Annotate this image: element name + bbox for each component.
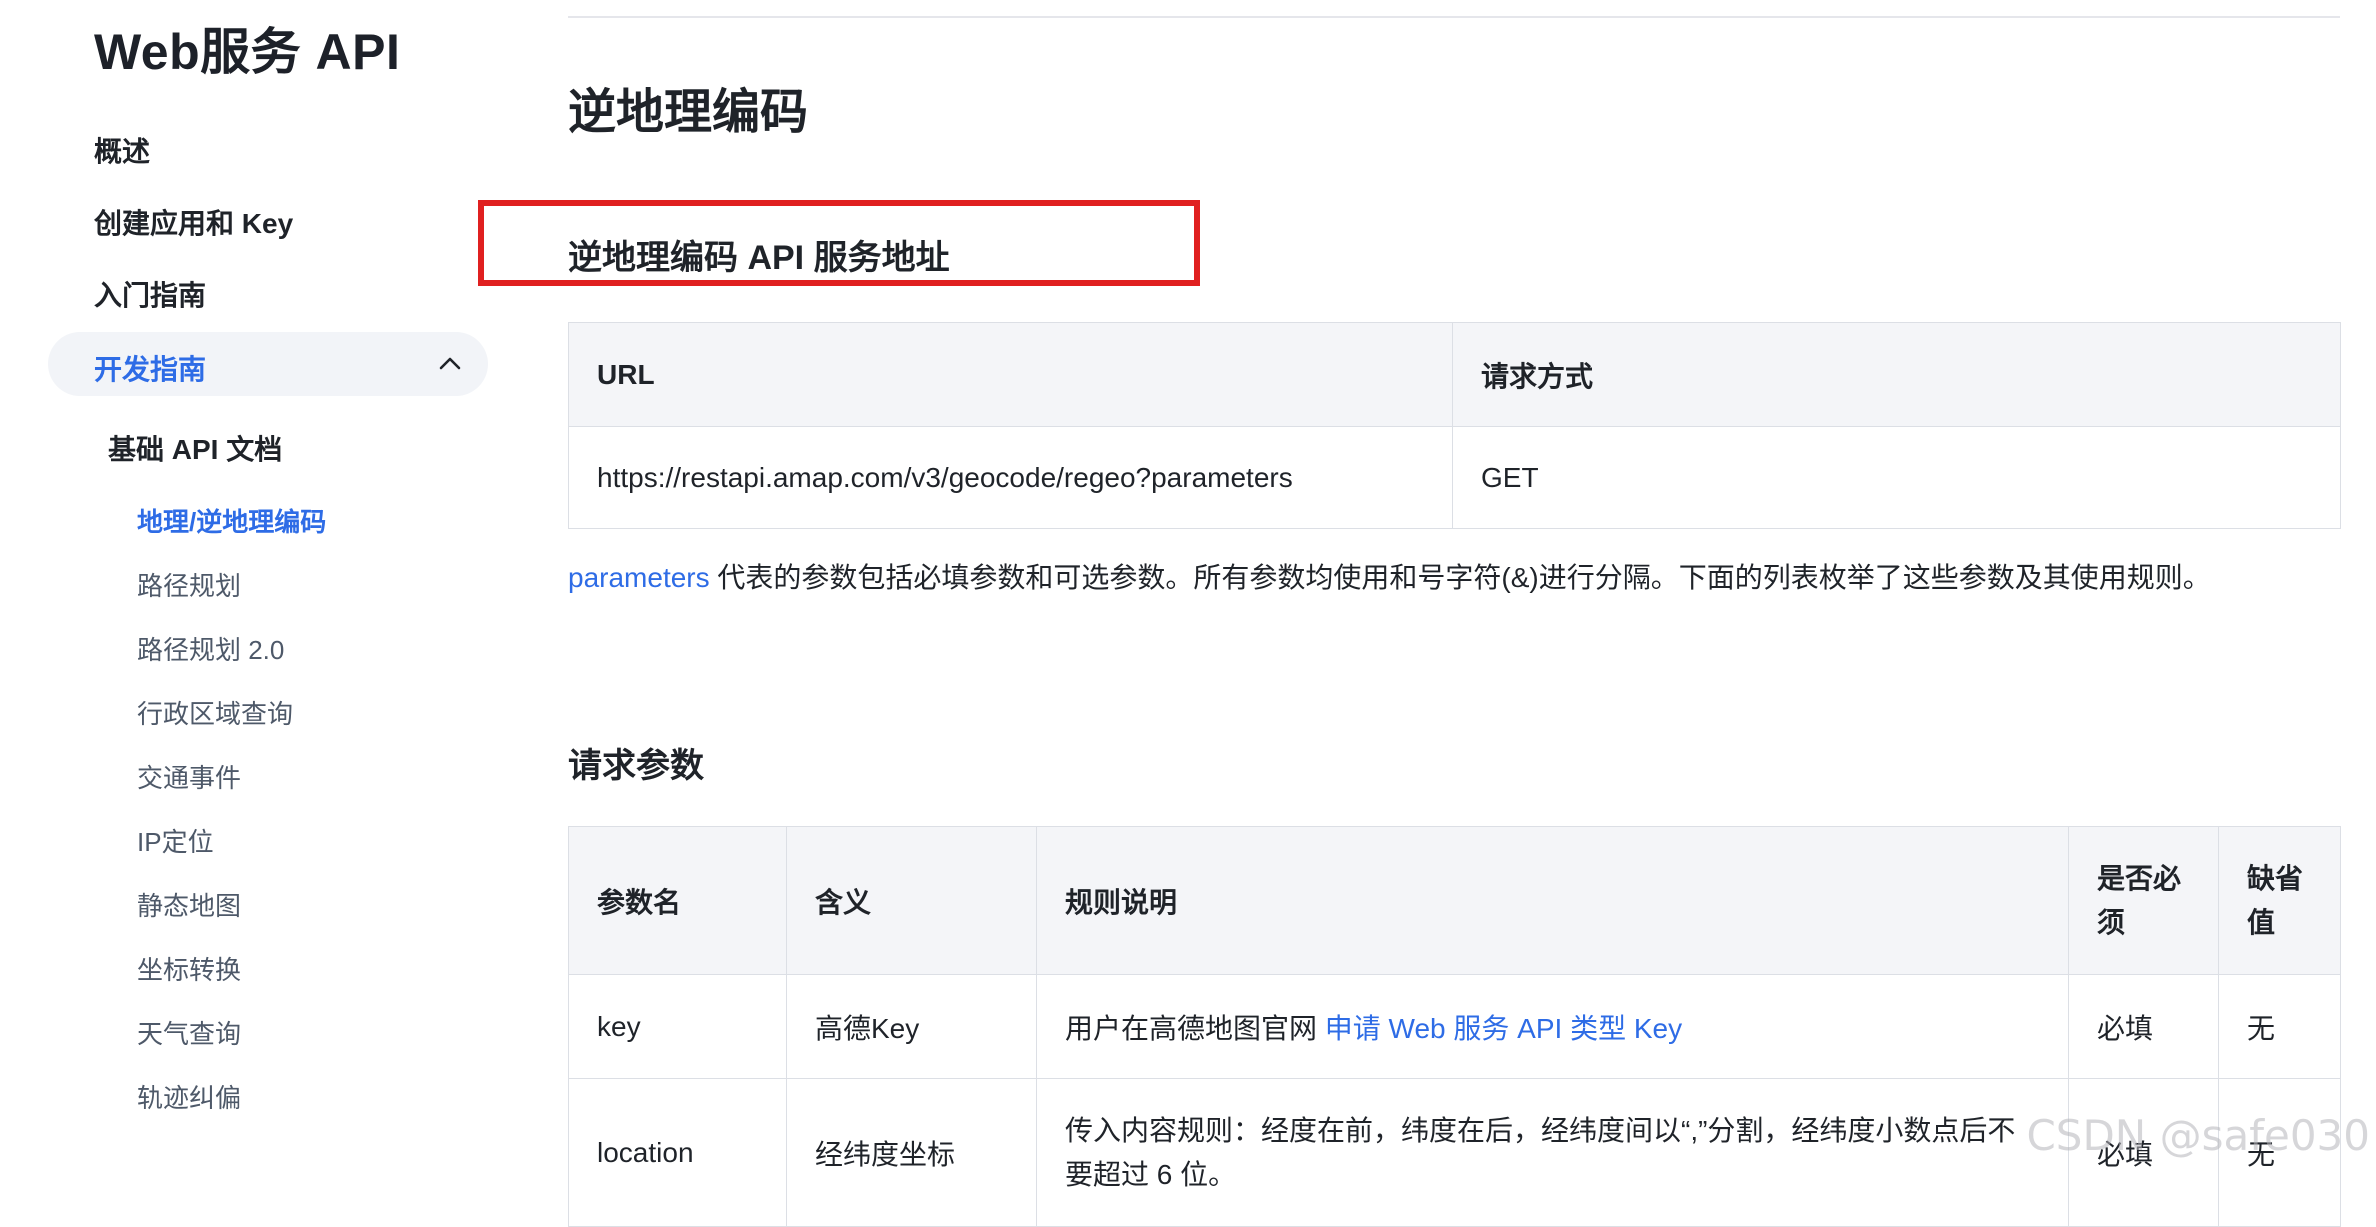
apply-key-link[interactable]: 申请 Web 服务 API 类型 Key (1325, 1013, 1682, 1044)
url-cell[interactable]: https://restapi.amap.com/v3/geocode/rege… (568, 426, 1453, 529)
column-header-param-name: 参数名 (568, 826, 787, 975)
parameters-link[interactable]: parameters (568, 562, 710, 593)
sidebar-item-geocode[interactable]: 地理/逆地理编码 (137, 502, 326, 539)
param-required-cell: 必填 (2068, 974, 2219, 1079)
table-row: https://restapi.amap.com/v3/geocode/rege… (568, 426, 2341, 529)
description-text: 代表的参数包括必填参数和可选参数。所有参数均使用和号字符(&)进行分隔。下面的列… (709, 562, 2211, 593)
chevron-up-icon[interactable] (436, 350, 464, 378)
table-header-row: 参数名 含义 规则说明 是否必须 缺省值 (568, 826, 2341, 975)
method-cell: GET (1452, 426, 2341, 529)
column-header-meaning: 含义 (786, 826, 1037, 975)
request-params-table: 参数名 含义 规则说明 是否必须 缺省值 key 高德Key 用户在高德地图官网… (568, 826, 2341, 1227)
param-meaning-cell: 经纬度坐标 (786, 1078, 1037, 1227)
service-address-table: URL 请求方式 https://restapi.amap.com/v3/geo… (568, 322, 2341, 529)
sidebar-item-static-map[interactable]: 静态地图 (137, 886, 241, 923)
watermark: CSDN @safe030 (2026, 1111, 2370, 1160)
sidebar-item-dev-guide[interactable]: 开发指南 (48, 332, 488, 396)
column-header-rule: 规则说明 (1036, 826, 2069, 975)
param-name-cell: key (568, 974, 787, 1079)
main-content: 逆地理编码 逆地理编码 API 服务地址 URL 请求方式 https://re… (478, 0, 2341, 1227)
section-title-request-params: 请求参数 (568, 747, 704, 785)
sidebar: Web服务 API 概述 创建应用和 Key 入门指南 开发指南 基础 API … (0, 0, 500, 1172)
sidebar-item-route[interactable]: 路径规划 (137, 566, 241, 603)
parameters-description: parameters 代表的参数包括必填参数和可选参数。所有参数均使用和号字符(… (568, 558, 2288, 598)
sidebar-item-traffic-event[interactable]: 交通事件 (137, 758, 241, 795)
param-default-cell: 无 (2218, 974, 2341, 1079)
param-rule-cell: 用户在高德地图官网 申请 Web 服务 API 类型 Key (1036, 974, 2069, 1079)
sidebar-item-weather[interactable]: 天气查询 (137, 1014, 241, 1051)
column-header-url: URL (568, 322, 1453, 427)
sidebar-item-getting-started[interactable]: 入门指南 (94, 274, 206, 314)
rule-text: 用户在高德地图官网 (1065, 1012, 1325, 1044)
sidebar-item-grasproad[interactable]: 轨迹纠偏 (137, 1078, 241, 1115)
column-header-default: 缺省值 (2218, 826, 2341, 975)
divider (568, 16, 2340, 18)
column-header-method: 请求方式 (1452, 322, 2341, 427)
sidebar-group-basic-api[interactable]: 基础 API 文档 (108, 428, 282, 468)
sidebar-item-label: 开发指南 (94, 354, 207, 385)
page-title: 逆地理编码 (568, 86, 809, 139)
sidebar-item-ip-location[interactable]: IP定位 (137, 822, 214, 859)
brand-title[interactable]: Web服务 API (94, 12, 400, 84)
param-meaning-cell: 高德Key (786, 974, 1037, 1079)
column-header-required: 是否必须 (2068, 826, 2219, 975)
sidebar-item-coord-convert[interactable]: 坐标转换 (137, 950, 241, 987)
section-title-service-address: 逆地理编码 API 服务地址 (568, 239, 950, 277)
sidebar-item-create-app-key[interactable]: 创建应用和 Key (94, 202, 293, 242)
sidebar-item-overview[interactable]: 概述 (94, 130, 150, 170)
sidebar-item-district[interactable]: 行政区域查询 (137, 694, 293, 731)
param-rule-cell: 传入内容规则：经度在前，纬度在后，经纬度间以“,”分割，经纬度小数点后不要超过 … (1036, 1078, 2069, 1227)
table-row: key 高德Key 用户在高德地图官网 申请 Web 服务 API 类型 Key… (568, 974, 2341, 1079)
sidebar-item-route-2[interactable]: 路径规划 2.0 (137, 630, 284, 667)
param-name-cell: location (568, 1078, 787, 1227)
table-header-row: URL 请求方式 (568, 322, 2341, 427)
